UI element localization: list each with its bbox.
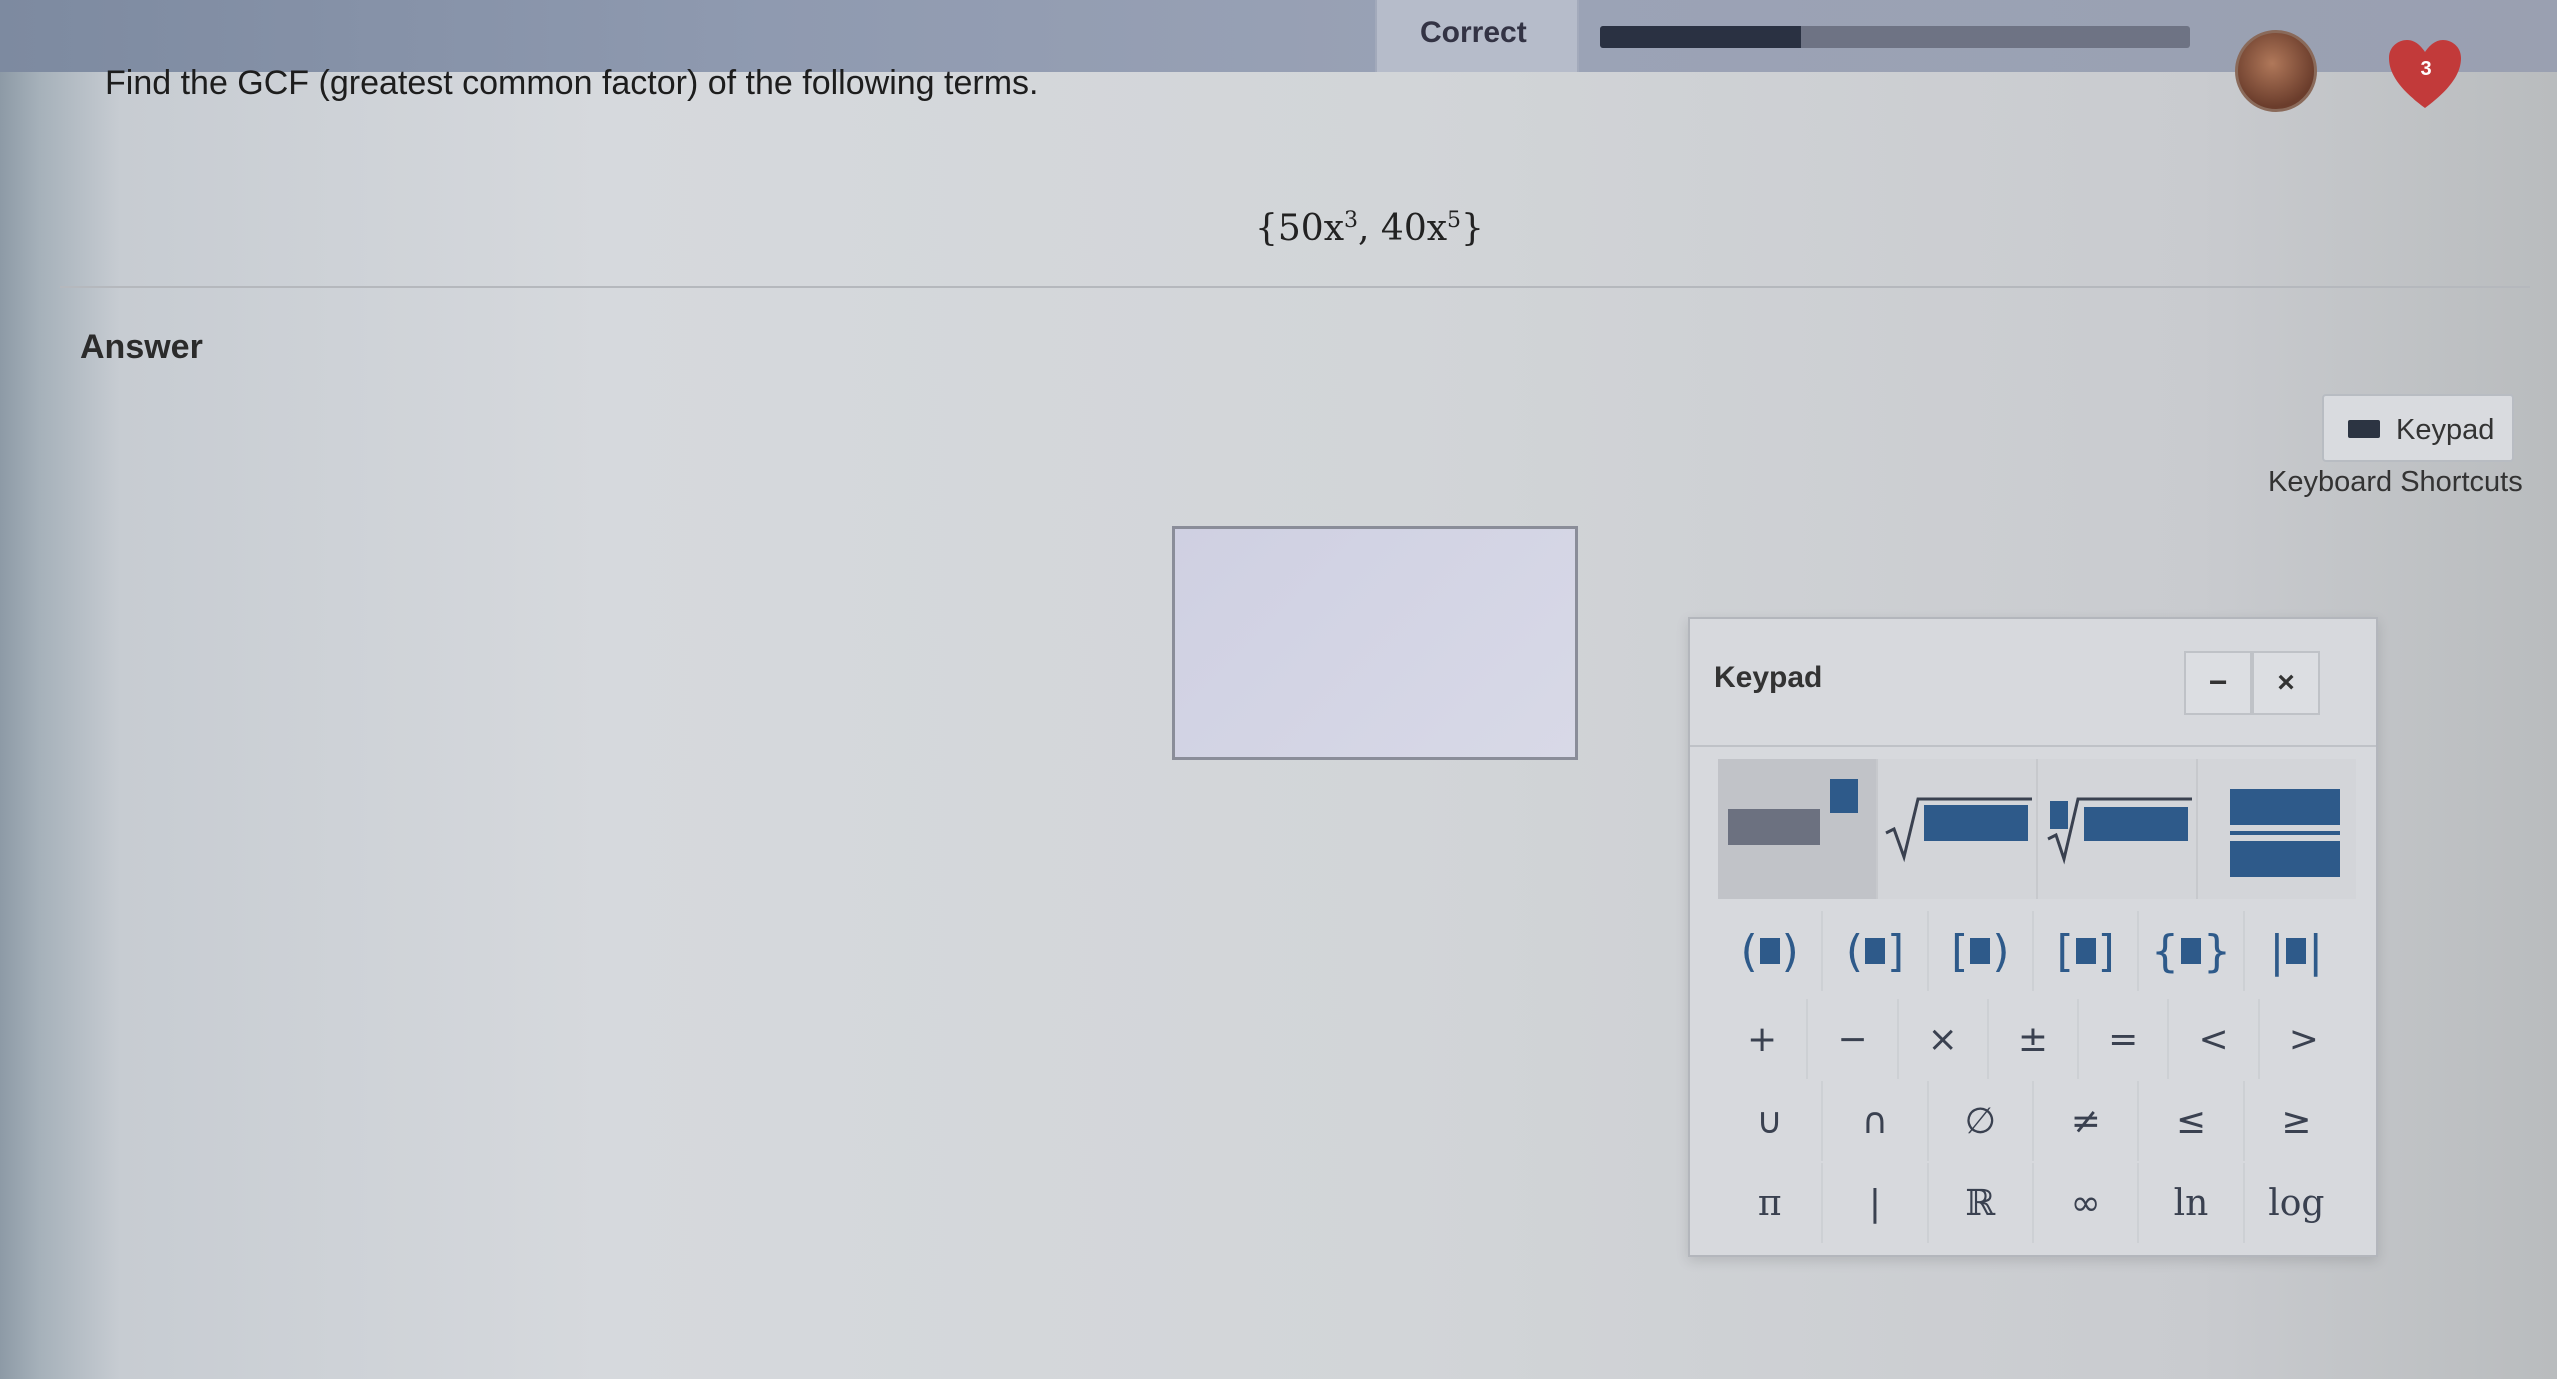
answer-input[interactable] xyxy=(1172,526,1578,760)
minus-key[interactable]: − xyxy=(1808,999,1899,1079)
exponent-template-key[interactable] xyxy=(1718,759,1878,899)
paren-bracket-key[interactable]: (] xyxy=(1823,911,1929,991)
expr-close-brace: } xyxy=(1461,208,1484,249)
key-open: | xyxy=(2269,925,2285,977)
key-open: { xyxy=(2150,925,2179,977)
times-key[interactable]: × xyxy=(1899,999,1989,1079)
placeholder-box xyxy=(1759,938,1780,964)
bracket-row: () (] [) [] {} | | xyxy=(1718,911,2348,991)
top-bar: Correct xyxy=(0,0,2557,72)
keypad-title: Keypad xyxy=(1714,661,1823,694)
key-close: } xyxy=(2202,925,2231,977)
less-than-key[interactable]: < xyxy=(2169,999,2260,1079)
plus-minus-key[interactable]: ± xyxy=(1989,999,2080,1079)
placeholder-box xyxy=(2180,938,2201,964)
status-label: Correct xyxy=(1420,16,1527,49)
keypad-panel: Keypad − × () (] [) [] {} | | + − ×… xyxy=(1688,617,2378,1257)
key-open: [ xyxy=(1951,925,1969,977)
abs-value-key[interactable]: | | xyxy=(2245,911,2348,991)
expr-term1: 50x xyxy=(1277,208,1345,249)
placeholder-box xyxy=(1864,938,1885,964)
template-row xyxy=(1718,759,2356,899)
key-close: ) xyxy=(1781,925,1799,977)
key-open: [ xyxy=(2056,925,2074,977)
greater-than-key[interactable]: > xyxy=(2260,999,2348,1079)
math-expression: {50x3, 40x5} xyxy=(1255,208,1484,249)
nth-root-template-key[interactable] xyxy=(2038,759,2198,899)
placeholder-box xyxy=(2075,938,2096,964)
expr-term2: 40x xyxy=(1380,208,1448,249)
plus-key[interactable]: + xyxy=(1718,999,1809,1079)
progress-bar xyxy=(1600,26,2190,48)
keypad-minimize-button[interactable]: − xyxy=(2184,651,2252,715)
key-close: ] xyxy=(1886,925,1905,977)
bracket-paren-key[interactable]: [) xyxy=(1929,911,2034,991)
nth-root-icon xyxy=(2047,797,2192,865)
paren-paren-key[interactable]: () xyxy=(1718,911,1824,991)
expr-open-brace: { xyxy=(1255,208,1278,249)
log-key[interactable]: log xyxy=(2245,1163,2348,1243)
placeholder-box xyxy=(2286,938,2307,964)
fraction-icon xyxy=(2230,789,2340,877)
bracket-bracket-key[interactable]: [] xyxy=(2034,911,2140,991)
square-root-icon xyxy=(1885,797,2032,863)
vertical-bar-key[interactable]: | xyxy=(1823,1163,1929,1243)
lives-count: 3 xyxy=(2420,58,2432,80)
expr-term1-exponent: 3 xyxy=(1344,208,1359,233)
key-close: | xyxy=(2308,925,2324,977)
fraction-template-key[interactable] xyxy=(2198,759,2356,899)
keyboard-icon xyxy=(2348,420,2380,438)
avatar-icon[interactable] xyxy=(2235,30,2317,112)
pi-key[interactable]: π xyxy=(1718,1163,1824,1243)
keypad-toggle-button[interactable]: Keypad xyxy=(2322,394,2514,462)
greater-equal-key[interactable]: ≥ xyxy=(2245,1081,2348,1161)
brace-brace-key[interactable]: {} xyxy=(2139,911,2245,991)
key-close: ] xyxy=(2097,925,2115,977)
progress-fill xyxy=(1600,26,1801,48)
square-root-template-key[interactable] xyxy=(1878,759,2038,899)
section-divider xyxy=(60,286,2530,288)
less-equal-key[interactable]: ≤ xyxy=(2139,1081,2245,1161)
expr-separator: , xyxy=(1358,208,1381,249)
infinity-key[interactable]: ∞ xyxy=(2034,1163,2140,1243)
keypad-header: Keypad − × xyxy=(1690,619,2376,747)
keypad-close-button[interactable]: × xyxy=(2252,651,2320,715)
question-prompt: Find the GCF (greatest common factor) of… xyxy=(105,64,1039,102)
expr-term2-exponent: 5 xyxy=(1447,208,1462,233)
misc-row: π | ℝ ∞ ln log xyxy=(1718,1163,2348,1243)
key-close: ) xyxy=(1992,925,2010,977)
answer-label: Answer xyxy=(80,328,203,366)
operator-row: + − × ± = < > xyxy=(1718,999,2348,1079)
empty-set-key[interactable]: ∅ xyxy=(1929,1081,2034,1161)
ln-key[interactable]: ln xyxy=(2139,1163,2245,1243)
intersection-key[interactable]: ∩ xyxy=(1823,1081,1929,1161)
key-open: ( xyxy=(1845,925,1863,977)
not-equal-key[interactable]: ≠ xyxy=(2034,1081,2140,1161)
exponent-icon xyxy=(1728,779,1858,845)
union-key[interactable]: ∪ xyxy=(1718,1081,1824,1161)
key-open: ( xyxy=(1740,925,1758,977)
real-numbers-key[interactable]: ℝ xyxy=(1929,1163,2034,1243)
placeholder-box xyxy=(1970,938,1991,964)
keypad-toggle-label: Keypad xyxy=(2396,414,2495,446)
equals-key[interactable]: = xyxy=(2079,999,2170,1079)
keyboard-shortcuts-link[interactable]: Keyboard Shortcuts xyxy=(2268,466,2523,499)
set-row: ∪ ∩ ∅ ≠ ≤ ≥ xyxy=(1718,1081,2348,1161)
